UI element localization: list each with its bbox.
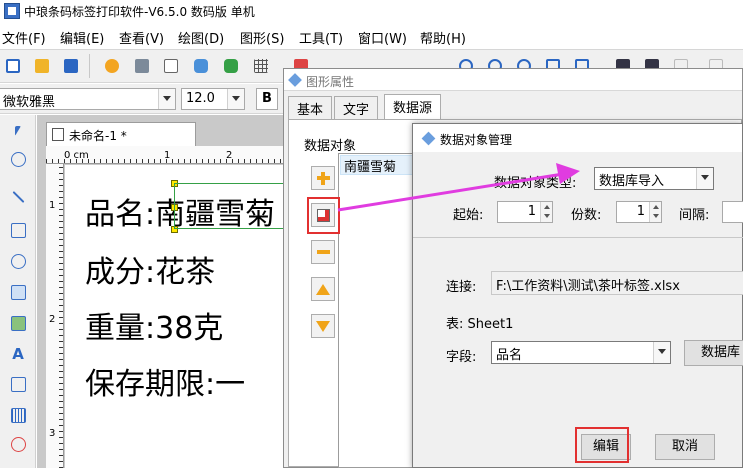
arrow-head <box>556 163 580 184</box>
annotation-arrow <box>337 163 580 212</box>
arrow-shaft <box>337 172 564 212</box>
